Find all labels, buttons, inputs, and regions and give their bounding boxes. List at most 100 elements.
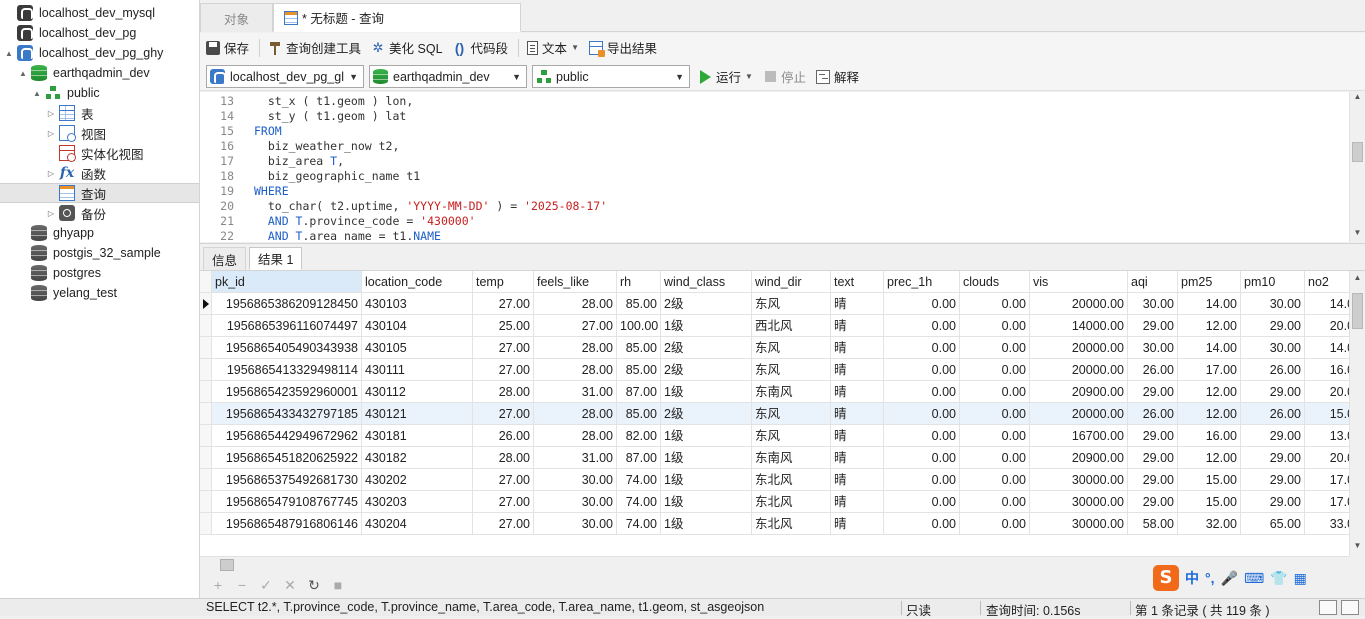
schema-select[interactable]: public ▼	[532, 65, 690, 88]
sidebar-item-localhost-dev-mysql[interactable]: localhost_dev_mysql	[0, 3, 199, 23]
grid-view-icon[interactable]	[1341, 600, 1359, 615]
sidebar-item-postgres[interactable]: postgres	[0, 263, 199, 283]
grid-cell[interactable]: 12.00	[1178, 403, 1241, 425]
grid-cell[interactable]: 430103	[362, 293, 473, 315]
sidebar-item-localhost-dev-pg-ghy[interactable]: ▲ localhost_dev_pg_ghy	[0, 43, 199, 63]
grid-cell[interactable]: 12.00	[1178, 381, 1241, 403]
grid-cell[interactable]: 430104	[362, 315, 473, 337]
grid-cell[interactable]: 20000.00	[1030, 359, 1128, 381]
grid-cell[interactable]: 0.00	[884, 403, 960, 425]
grid-cell[interactable]: 30.00	[1241, 293, 1305, 315]
grid-cell[interactable]: 西北风	[752, 315, 831, 337]
grid-cell[interactable]: 东风	[752, 403, 831, 425]
grid-cell[interactable]: 85.00	[617, 337, 661, 359]
column-header[interactable]: location_code	[362, 271, 473, 293]
grid-cell[interactable]: 430111	[362, 359, 473, 381]
grid-cell[interactable]: 30.00	[1241, 337, 1305, 359]
sidebar-item-ghyapp[interactable]: ghyapp	[0, 223, 199, 243]
grid-cell[interactable]: 晴	[831, 513, 884, 535]
grid-cell[interactable]: 430112	[362, 381, 473, 403]
scroll-down-arrow-icon[interactable]: ▼	[1352, 541, 1363, 555]
grid-cell[interactable]: 1956865487916806146	[212, 513, 362, 535]
save-button[interactable]: 保存	[206, 38, 249, 57]
grid-cell[interactable]: 0.00	[884, 315, 960, 337]
grid-cell[interactable]: 29.00	[1241, 315, 1305, 337]
grid-cell[interactable]: 0.00	[884, 513, 960, 535]
sidebar-item-10[interactable]: ▷ 备份	[0, 203, 199, 223]
database-select[interactable]: earthqadmin_dev ▼	[369, 65, 527, 88]
ime-language-toggle[interactable]: 中	[1185, 568, 1199, 588]
grid-cell[interactable]: 430204	[362, 513, 473, 535]
grid-cell[interactable]: 27.00	[473, 491, 534, 513]
column-header[interactable]: feels_like	[534, 271, 617, 293]
grid-cell[interactable]: 28.00	[473, 381, 534, 403]
sidebar-item-earthqadmin-dev[interactable]: ▲ earthqadmin_dev	[0, 63, 199, 83]
column-header[interactable]: rh	[617, 271, 661, 293]
sidebar-item-8[interactable]: ▷ fx 函数	[0, 163, 199, 183]
grid-cell[interactable]: 晴	[831, 381, 884, 403]
grid-cell[interactable]: 430121	[362, 403, 473, 425]
column-header[interactable]: wind_dir	[752, 271, 831, 293]
grid-cell[interactable]: 1956865451820625922	[212, 447, 362, 469]
ime-logo-icon[interactable]: S	[1153, 565, 1179, 591]
grid-cell[interactable]: 87.00	[617, 447, 661, 469]
grid-cell[interactable]: 1956865396116074497	[212, 315, 362, 337]
grid-cell[interactable]: 1级	[661, 381, 752, 403]
tab-untitled-query[interactable]: * 无标题 - 查询	[273, 3, 521, 32]
grid-cell[interactable]: 29.00	[1128, 447, 1178, 469]
grid-cell[interactable]: 29.00	[1128, 491, 1178, 513]
run-button[interactable]: 运行 ▼	[700, 67, 753, 86]
column-header[interactable]: pk_id	[212, 271, 362, 293]
grid-cell[interactable]: 26.00	[1241, 403, 1305, 425]
grid-cell[interactable]: 74.00	[617, 469, 661, 491]
grid-cell[interactable]: 12.00	[1178, 447, 1241, 469]
grid-cell[interactable]: 0.00	[884, 359, 960, 381]
code-line[interactable]: 21 AND T.province_code = '430000'	[200, 214, 1340, 229]
keyboard-icon[interactable]: ⌨	[1244, 570, 1264, 587]
row-selector[interactable]	[200, 381, 212, 403]
grid-cell[interactable]: 30.00	[1128, 337, 1178, 359]
grid-cell[interactable]: 65.00	[1241, 513, 1305, 535]
column-header[interactable]: prec_1h	[884, 271, 960, 293]
result-grid[interactable]: pk_id location_code temp feels_like rh wind_c…	[200, 270, 1365, 556]
grid-cell[interactable]: 430105	[362, 337, 473, 359]
input-method-toolbar[interactable]: S 中 °, 🎤 ⌨ 👕 ▦	[1153, 564, 1353, 592]
grid-cell[interactable]: 东风	[752, 293, 831, 315]
column-header[interactable]: wind_class	[661, 271, 752, 293]
grid-cell[interactable]: 16700.00	[1030, 425, 1128, 447]
editor-scroll-thumb[interactable]	[1352, 142, 1363, 162]
grid-cell[interactable]: 30.00	[534, 469, 617, 491]
grid-cell[interactable]: 1956865375492681730	[212, 469, 362, 491]
grid-cell[interactable]: 430202	[362, 469, 473, 491]
grid-cell[interactable]: 东南风	[752, 381, 831, 403]
column-header[interactable]: temp	[473, 271, 534, 293]
grid-cell[interactable]: 25.00	[473, 315, 534, 337]
column-header[interactable]: text	[831, 271, 884, 293]
scroll-up-arrow-icon[interactable]: ▲	[1352, 92, 1363, 106]
grid-cell[interactable]: 20000.00	[1030, 403, 1128, 425]
column-header[interactable]: pm10	[1241, 271, 1305, 293]
grid-cell[interactable]: 0.00	[960, 359, 1030, 381]
grid-vertical-scrollbar[interactable]: ▲ ▼	[1349, 271, 1365, 556]
code-line[interactable]: 19 WHERE	[200, 184, 1340, 199]
row-selector[interactable]	[200, 447, 212, 469]
grid-cell[interactable]: 20900.00	[1030, 447, 1128, 469]
scroll-up-arrow-icon[interactable]: ▲	[1352, 273, 1363, 287]
grid-cell[interactable]: 28.00	[534, 293, 617, 315]
expanded-arrow-icon[interactable]: ▲	[32, 89, 42, 98]
grid-cell[interactable]: 74.00	[617, 491, 661, 513]
column-header[interactable]: aqi	[1128, 271, 1178, 293]
grid-cell[interactable]: 20000.00	[1030, 337, 1128, 359]
grid-cell[interactable]: 0.00	[960, 491, 1030, 513]
column-header[interactable]: clouds	[960, 271, 1030, 293]
row-selector[interactable]	[200, 337, 212, 359]
sidebar-item-5[interactable]: ▷ 表	[0, 103, 199, 123]
grid-cell[interactable]: 1956865413329498114	[212, 359, 362, 381]
collapsed-arrow-icon[interactable]: ▷	[46, 109, 56, 118]
grid-cell[interactable]: 27.00	[473, 469, 534, 491]
grid-cell[interactable]: 14.00	[1178, 337, 1241, 359]
column-header[interactable]: pm25	[1178, 271, 1241, 293]
code-line[interactable]: 15 FROM	[200, 124, 1340, 139]
code-line[interactable]: 22 AND T.area_name = t1.NAME	[200, 229, 1340, 242]
grid-cell[interactable]: 12.00	[1178, 315, 1241, 337]
